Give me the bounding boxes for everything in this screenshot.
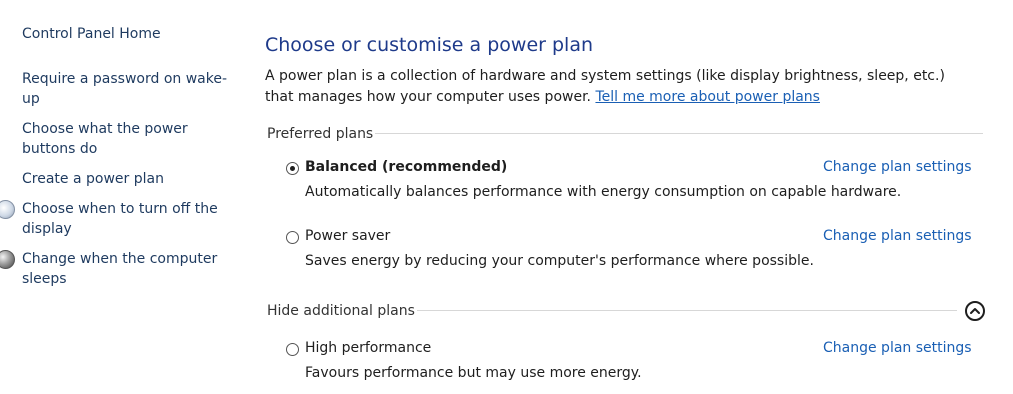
sidebar-item-computer-sleeps[interactable]: Change when the computer sleeps <box>22 249 232 289</box>
plan-description-power-saver: Saves energy by reducing your computer's… <box>305 253 814 269</box>
moon-icon <box>0 250 15 269</box>
chevron-up-icon[interactable] <box>965 301 985 321</box>
preferred-plans-divider <box>375 133 983 134</box>
chevron-up-glyph <box>970 308 980 314</box>
sidebar-item-power-buttons[interactable]: Choose what the power buttons do <box>22 119 232 159</box>
high-performance-change-settings-link[interactable]: Change plan settings <box>823 338 972 358</box>
power-saver-change-settings-link[interactable]: Change plan settings <box>823 226 972 246</box>
plan-description-high-performance: Favours performance but may use more ene… <box>305 365 642 381</box>
plan-name-power-saver[interactable]: Power saver <box>305 226 390 246</box>
balanced-change-settings-link[interactable]: Change plan settings <box>823 157 972 177</box>
sidebar-item-turn-off-display[interactable]: Choose when to turn off the display <box>22 199 232 239</box>
tell-me-more-link[interactable]: Tell me more about power plans <box>595 89 820 105</box>
page-description: A power plan is a collection of hardware… <box>265 66 965 108</box>
page-title: Choose or customise a power plan <box>265 34 594 56</box>
sidebar-control-panel-home[interactable]: Control Panel Home <box>22 24 232 44</box>
power-saver-radio[interactable] <box>286 231 299 244</box>
balanced-radio[interactable] <box>286 162 299 175</box>
additional-plans-divider <box>417 310 957 311</box>
plan-description-balanced: Automatically balances performance with … <box>305 184 902 200</box>
main-content: Choose or customise a power plan A power… <box>265 0 995 394</box>
preferred-plans-heading: Preferred plans <box>267 126 374 142</box>
plan-name-balanced[interactable]: Balanced (recommended) <box>305 157 507 177</box>
sidebar: Control Panel Home Require a password on… <box>0 0 240 394</box>
monitor-icon <box>0 200 15 219</box>
power-options-window: Control Panel Home Require a password on… <box>0 0 1013 394</box>
plan-name-high-performance[interactable]: High performance <box>305 338 431 358</box>
sidebar-item-create-plan[interactable]: Create a power plan <box>22 169 232 189</box>
high-performance-radio[interactable] <box>286 343 299 356</box>
additional-plans-heading[interactable]: Hide additional plans <box>267 301 415 321</box>
sidebar-item-require-password[interactable]: Require a password on wake-up <box>22 69 232 109</box>
